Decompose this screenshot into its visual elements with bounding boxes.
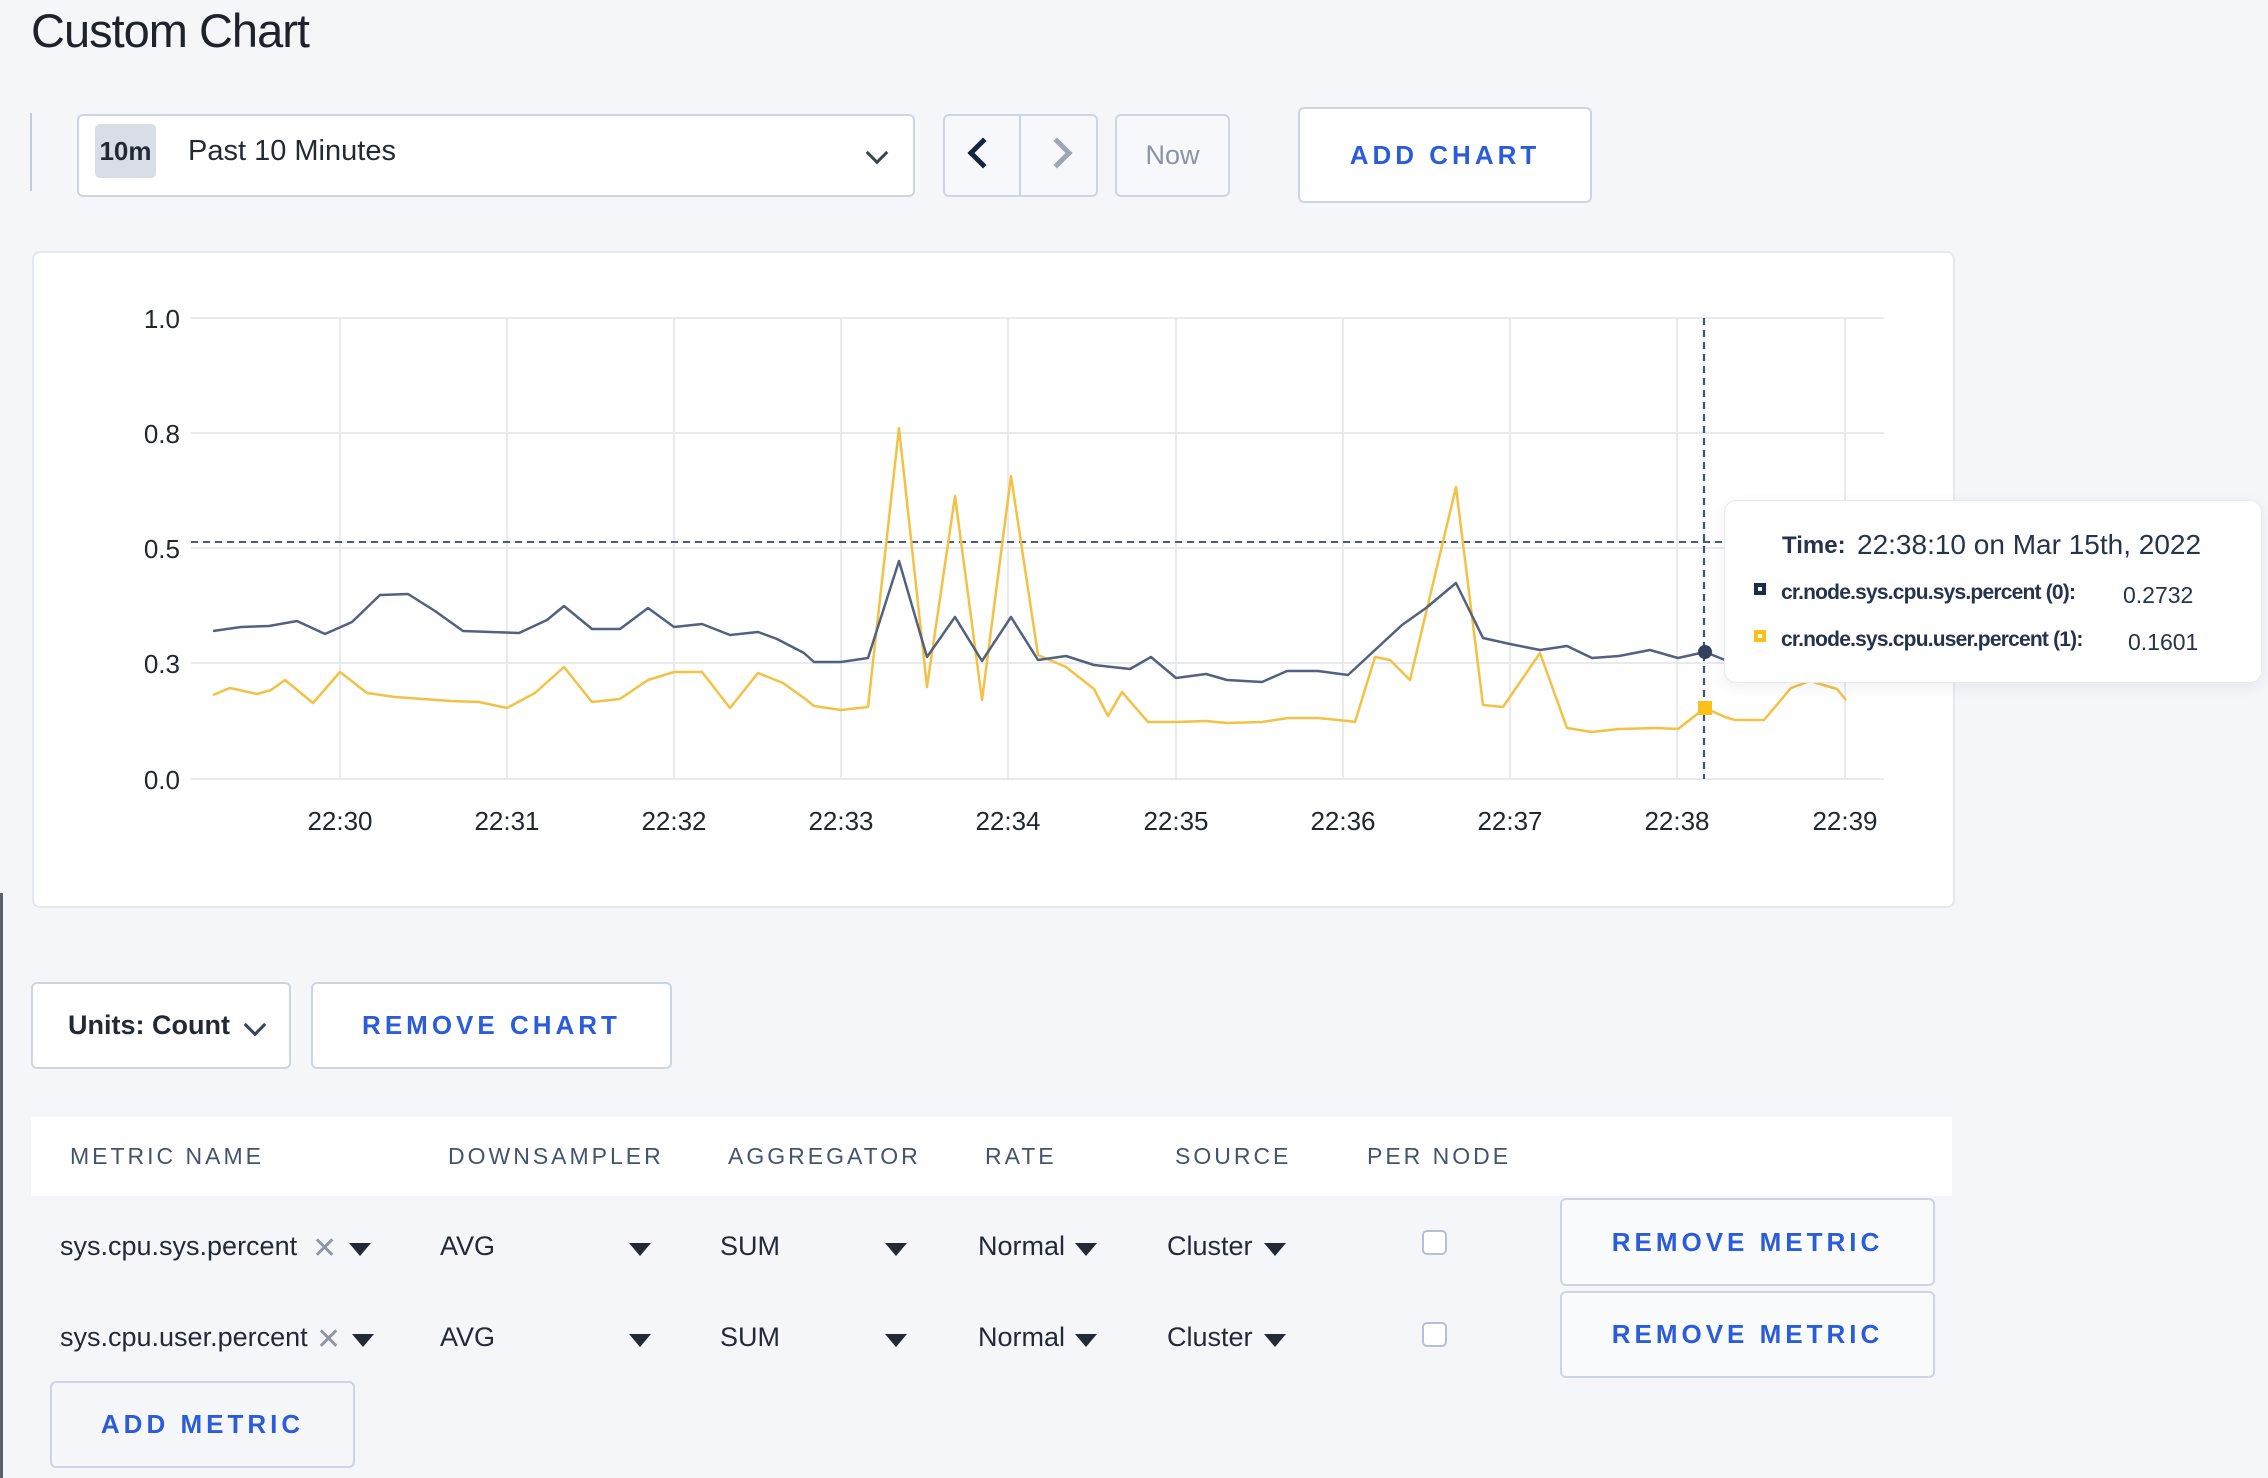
svg-text:22:39: 22:39 (1812, 806, 1877, 836)
svg-text:0.8: 0.8 (144, 419, 180, 449)
svg-text:1.0: 1.0 (144, 304, 180, 334)
svg-text:22:31: 22:31 (474, 806, 539, 836)
svg-text:22:36: 22:36 (1310, 806, 1375, 836)
svg-text:22:30: 22:30 (307, 806, 372, 836)
svg-text:22:32: 22:32 (641, 806, 706, 836)
svg-text:22:35: 22:35 (1143, 806, 1208, 836)
svg-text:22:33: 22:33 (808, 806, 873, 836)
svg-text:0.5: 0.5 (144, 534, 180, 564)
svg-text:22:34: 22:34 (975, 806, 1040, 836)
svg-text:0.0: 0.0 (144, 765, 180, 795)
svg-text:0.3: 0.3 (144, 649, 180, 679)
svg-text:22:37: 22:37 (1477, 806, 1542, 836)
svg-text:22:38: 22:38 (1644, 806, 1709, 836)
